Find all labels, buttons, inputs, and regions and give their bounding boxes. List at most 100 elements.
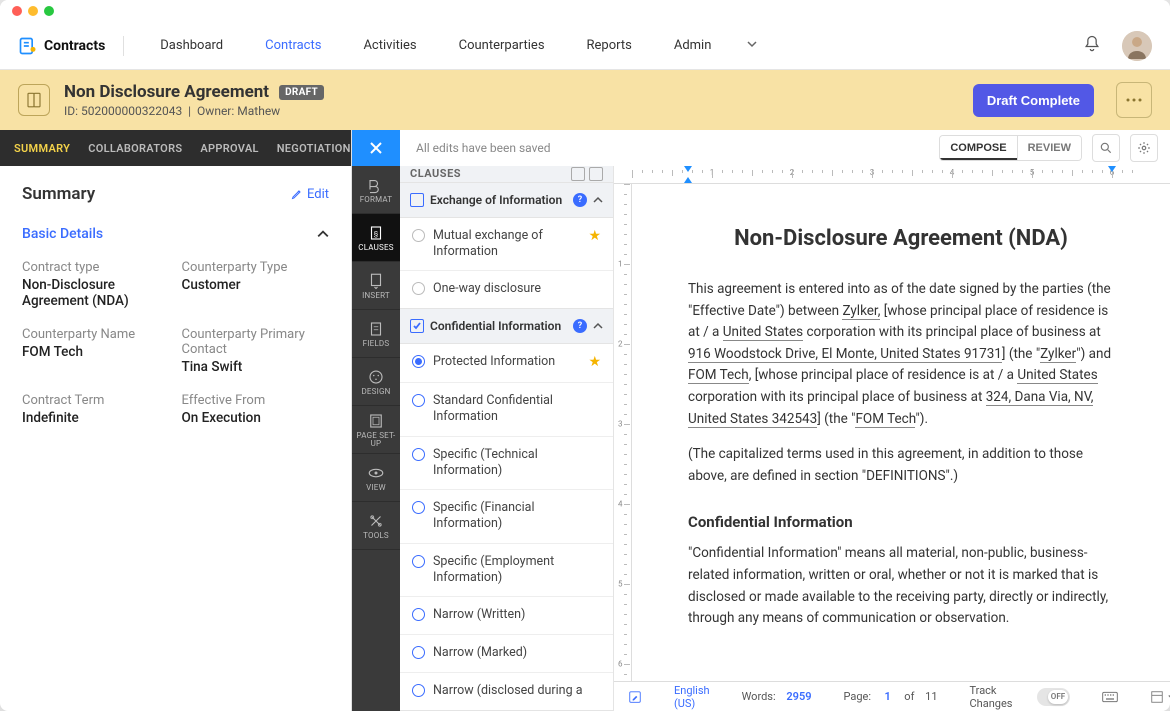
tab-negotiation[interactable]: NEGOTIATION: [277, 142, 351, 155]
chevron-up-icon: [317, 228, 329, 240]
tool-icon: [367, 368, 385, 386]
clauses-collapse-icon[interactable]: [589, 167, 603, 181]
tab-review[interactable]: REVIEW: [1017, 136, 1081, 160]
document-paragraph: "Confidential Information" means all mat…: [688, 543, 1114, 629]
nav-reports[interactable]: Reports: [579, 32, 640, 59]
star-icon: ★: [588, 354, 601, 370]
help-icon[interactable]: ?: [573, 193, 587, 207]
nav-dashboard[interactable]: Dashboard: [152, 32, 231, 59]
left-sidebar: SUMMARY COLLABORATORS APPROVAL NEGOTIATI…: [0, 130, 352, 711]
chevron-up-icon: [593, 321, 603, 331]
ruler-horizontal[interactable]: 123456: [614, 166, 1170, 184]
tool-icon: [367, 512, 385, 530]
detail-value: FOM Tech: [22, 344, 170, 360]
edit-summary-button[interactable]: Edit: [291, 187, 329, 202]
tool-icon: [367, 320, 385, 338]
tool-tools[interactable]: TOOLS: [352, 502, 400, 550]
clause-item[interactable]: Specific (Technical Information): [400, 436, 613, 490]
section-heading: Confidential Information: [688, 513, 1114, 531]
detail-value: Non-Disclosure Agreement (NDA): [22, 277, 170, 309]
pencil-icon: [291, 188, 303, 200]
page-scroll[interactable]: Non-Disclosure Agreement (NDA) This agre…: [632, 184, 1170, 681]
help-icon[interactable]: ?: [573, 319, 587, 333]
sb-word-count[interactable]: Words: 2959: [738, 687, 816, 706]
close-icon: [369, 141, 383, 155]
clause-item[interactable]: Protected Information★: [400, 344, 613, 382]
window-close-icon[interactable]: [12, 6, 22, 16]
nav-counterparties[interactable]: Counterparties: [451, 32, 553, 59]
radio-icon: [412, 282, 425, 295]
user-avatar[interactable]: [1122, 31, 1152, 61]
clause-item[interactable]: Narrow (Written): [400, 596, 613, 634]
tab-approval[interactable]: APPROVAL: [200, 142, 258, 155]
clause-group-header[interactable]: Exchange of Information?: [400, 183, 613, 217]
detail-value: Indefinite: [22, 410, 170, 426]
sb-view-mode[interactable]: [1146, 687, 1170, 707]
tool-view[interactable]: VIEW: [352, 454, 400, 502]
sb-language[interactable]: English (US): [670, 681, 714, 711]
settings-button[interactable]: [1130, 134, 1158, 162]
detail-item: Counterparty NameFOM Tech: [22, 327, 170, 375]
window-minimize-icon[interactable]: [28, 6, 38, 16]
clauses-panel-title: CLAUSES: [410, 167, 461, 180]
search-button[interactable]: [1092, 134, 1120, 162]
tab-summary[interactable]: SUMMARY: [14, 142, 70, 155]
clause-item[interactable]: Specific (Employment Information): [400, 543, 613, 597]
notifications-button[interactable]: [1082, 34, 1102, 58]
ruler-vertical[interactable]: 123456: [614, 184, 632, 681]
editor-toolbar: All edits have been saved COMPOSE REVIEW: [352, 130, 1170, 166]
nav-more[interactable]: [739, 32, 765, 59]
radio-icon: [412, 646, 425, 659]
clause-item[interactable]: One-way disclosure: [400, 270, 613, 308]
nav-contracts[interactable]: Contracts: [257, 32, 329, 59]
chevron-up-icon: [593, 195, 603, 205]
detail-label: Contract type: [22, 260, 170, 275]
radio-icon: [412, 684, 425, 697]
clause-item[interactable]: Narrow (disclosed during a: [400, 672, 613, 710]
tool-design[interactable]: DESIGN: [352, 358, 400, 406]
detail-item: Contract type Non-Disclosure Agreement (N…: [22, 260, 170, 309]
sb-edit-icon[interactable]: [624, 687, 646, 707]
radio-icon: [412, 394, 425, 407]
tab-collaborators[interactable]: COLLABORATORS: [88, 142, 182, 155]
tab-compose[interactable]: COMPOSE: [940, 136, 1016, 160]
detail-item: Counterparty Primary ContactTina Swift: [182, 327, 330, 375]
document-paragraph: (The capitalized terms used in this agre…: [688, 444, 1114, 487]
summary-heading: Summary: [22, 184, 95, 204]
more-horizontal-icon: [1126, 98, 1142, 102]
clause-item[interactable]: Standard Confidential Information: [400, 382, 613, 436]
clause-item[interactable]: Narrow (Marked): [400, 634, 613, 672]
brand-label: Contracts: [44, 38, 105, 54]
sb-page[interactable]: Page: 1 of 11: [840, 687, 942, 706]
clause-item[interactable]: Specific (Financial Information): [400, 489, 613, 543]
basic-details-toggle[interactable]: Basic Details: [22, 218, 329, 250]
detail-value: On Execution: [182, 410, 330, 426]
sb-track-changes[interactable]: Track Changes OFF: [966, 681, 1074, 711]
sb-keyboard[interactable]: [1098, 688, 1122, 706]
tool-insert[interactable]: INSERT: [352, 262, 400, 310]
contract-header: Non Disclosure Agreement DRAFT ID: 50200…: [0, 70, 1170, 130]
tool-format[interactable]: FORMAT: [352, 166, 400, 214]
tool-icon: [367, 412, 385, 430]
keyboard-icon: [1102, 691, 1118, 703]
nav-activities[interactable]: Activities: [355, 32, 424, 59]
detail-value: Customer: [182, 277, 330, 293]
tool-page-set-up[interactable]: PAGE SET-UP: [352, 406, 400, 454]
clause-item[interactable]: Mutual exchange of Information★: [400, 218, 613, 271]
draft-complete-button[interactable]: Draft Complete: [973, 84, 1094, 117]
window-maximize-icon[interactable]: [44, 6, 54, 16]
more-actions-button[interactable]: [1116, 82, 1152, 118]
clauses-expand-icon[interactable]: [571, 167, 585, 181]
avatar-icon: [1122, 31, 1152, 61]
detail-label: Counterparty Type: [182, 260, 330, 275]
tool-fields[interactable]: FIELDS: [352, 310, 400, 358]
tool-clauses[interactable]: §CLAUSES: [352, 214, 400, 262]
clause-group-header[interactable]: Confidential Information?: [400, 309, 613, 343]
document-page[interactable]: Non-Disclosure Agreement (NDA) This agre…: [632, 184, 1170, 681]
nav-admin[interactable]: Admin: [666, 32, 720, 59]
close-panel-button[interactable]: [352, 130, 400, 166]
top-nav: Contracts Dashboard Contracts Activities…: [0, 22, 1170, 70]
contract-type-icon: [18, 84, 50, 116]
tool-icon: [367, 464, 385, 482]
checkbox-icon: [410, 193, 424, 207]
